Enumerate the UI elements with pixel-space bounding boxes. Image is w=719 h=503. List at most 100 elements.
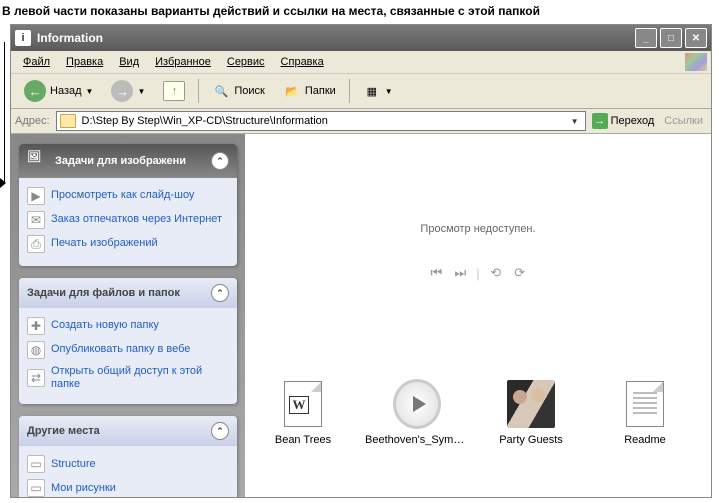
- rotate-ccw-button[interactable]: ⟲: [488, 265, 504, 281]
- folder-up-icon: ↑: [163, 81, 185, 101]
- links-label[interactable]: Ссылки: [660, 115, 707, 127]
- file-label: Readme: [624, 434, 666, 446]
- folders-icon: 📂: [283, 82, 301, 100]
- toolbar: ← Назад ▼ → ▼ ↑ 🔍 Поиск 📂 Папки ▦ ▼: [11, 74, 711, 109]
- rotate-cw-button[interactable]: ⟳: [512, 265, 528, 281]
- content-pane: Просмотр недоступен. ⏮ ⏭ | ⟲ ⟳ W Bean Tr…: [245, 134, 711, 498]
- file-label: Beethoven's_Symphon...: [365, 434, 469, 446]
- back-button[interactable]: ← Назад ▼: [17, 77, 100, 105]
- collapse-button[interactable]: ⌃: [211, 422, 229, 440]
- menu-edit[interactable]: Правка: [58, 54, 111, 70]
- next-button[interactable]: ⏭: [452, 265, 468, 281]
- collapse-button[interactable]: ⌃: [211, 152, 229, 170]
- panel-file-tasks: Задачи для файлов и папок ⌃ ✚Создать нов…: [19, 278, 237, 404]
- figure-caption: В левой части показаны варианты действий…: [0, 0, 719, 24]
- menu-view[interactable]: Вид: [111, 54, 147, 70]
- pictures-icon: 🖼: [27, 150, 49, 172]
- folder-icon: ▭: [27, 455, 45, 473]
- tasks-sidebar: 🖼 Задачи для изображени ⌃ ▶Просмотреть к…: [11, 134, 245, 498]
- address-label: Адрес:: [15, 115, 50, 127]
- menu-favorites[interactable]: Избранное: [147, 54, 219, 70]
- menu-file[interactable]: Файл: [15, 54, 58, 70]
- panel-image-tasks: 🖼 Задачи для изображени ⌃ ▶Просмотреть к…: [19, 144, 237, 266]
- back-label: Назад: [50, 85, 82, 97]
- annotation-line: [4, 42, 5, 182]
- search-icon: 🔍: [212, 82, 230, 100]
- explorer-window: i Information _ □ ✕ Файл Правка Вид Избр…: [10, 24, 712, 498]
- titlebar: i Information _ □ ✕: [11, 25, 711, 51]
- windows-logo-icon: [685, 53, 707, 71]
- new-folder-icon: ✚: [27, 317, 45, 335]
- chevron-down-icon: ▼: [86, 87, 94, 96]
- up-button[interactable]: ↑: [156, 78, 192, 104]
- preview-controls: ⏮ ⏭ | ⟲ ⟳: [428, 265, 527, 281]
- panel-title: Задачи для изображени: [55, 155, 186, 167]
- folders-label: Папки: [305, 85, 336, 97]
- separator: [198, 79, 199, 103]
- folder-icon: [60, 114, 76, 128]
- minimize-button[interactable]: _: [635, 28, 657, 48]
- annotation-arrow: [0, 178, 6, 188]
- panel-header[interactable]: Задачи для файлов и папок ⌃: [19, 278, 237, 308]
- views-button[interactable]: ▦ ▼: [356, 79, 400, 103]
- task-slideshow[interactable]: ▶Просмотреть как слайд-шоу: [27, 184, 229, 208]
- separator: [349, 79, 350, 103]
- order-icon: ✉: [27, 211, 45, 229]
- photo-thumbnail: [507, 380, 555, 428]
- chevron-down-icon: ▼: [137, 87, 145, 96]
- address-bar: Адрес: ▼ → Переход Ссылки: [11, 109, 711, 134]
- task-print[interactable]: ⎙Печать изображений: [27, 232, 229, 256]
- file-item-media[interactable]: Beethoven's_Symphon...: [363, 380, 471, 490]
- maximize-button[interactable]: □: [660, 28, 682, 48]
- prev-button[interactable]: ⏮: [428, 265, 444, 281]
- chevron-down-icon: ▼: [385, 87, 393, 96]
- folder-icon: ▭: [27, 479, 45, 497]
- menu-tools[interactable]: Сервис: [219, 54, 273, 70]
- app-icon: i: [15, 30, 31, 46]
- task-share[interactable]: ⇄Открыть общий доступ к этой папке: [27, 362, 229, 394]
- window-title: Information: [37, 31, 635, 45]
- panel-other-places: Другие места ⌃ ▭Structure ▭Мои рисунки: [19, 416, 237, 498]
- menubar: Файл Правка Вид Избранное Сервис Справка: [11, 51, 711, 74]
- panel-header[interactable]: Другие места ⌃: [19, 416, 237, 446]
- forward-button[interactable]: → ▼: [104, 77, 152, 105]
- media-icon: [393, 380, 441, 428]
- forward-arrow-icon: →: [111, 80, 133, 102]
- file-item-photo[interactable]: Party Guests: [477, 380, 585, 490]
- go-button[interactable]: → Переход: [592, 113, 655, 129]
- file-item-text[interactable]: Readme: [591, 380, 699, 490]
- slideshow-icon: ▶: [27, 187, 45, 205]
- address-input[interactable]: [80, 114, 564, 128]
- share-icon: ⇄: [27, 369, 45, 387]
- task-new-folder[interactable]: ✚Создать новую папку: [27, 314, 229, 338]
- address-dropdown[interactable]: ▼: [568, 117, 582, 126]
- folders-button[interactable]: 📂 Папки: [276, 79, 343, 103]
- separator: |: [476, 266, 479, 281]
- file-label: Bean Trees: [275, 434, 331, 446]
- text-doc-icon: [621, 380, 669, 428]
- menu-help[interactable]: Справка: [273, 54, 332, 70]
- views-icon: ▦: [363, 82, 381, 100]
- go-arrow-icon: →: [592, 113, 608, 129]
- back-arrow-icon: ←: [24, 80, 46, 102]
- preview-area: Просмотр недоступен. ⏮ ⏭ | ⟲ ⟳: [245, 134, 711, 370]
- search-button[interactable]: 🔍 Поиск: [205, 79, 271, 103]
- go-label: Переход: [611, 115, 655, 127]
- address-field[interactable]: ▼: [56, 111, 586, 131]
- task-publish[interactable]: ◍Опубликовать папку в вебе: [27, 338, 229, 362]
- search-label: Поиск: [234, 85, 264, 97]
- file-label: Party Guests: [499, 434, 563, 446]
- word-doc-icon: W: [279, 380, 327, 428]
- close-button[interactable]: ✕: [685, 28, 707, 48]
- preview-message: Просмотр недоступен.: [420, 223, 535, 235]
- panel-title: Другие места: [27, 425, 100, 437]
- printer-icon: ⎙: [27, 235, 45, 253]
- file-item-word[interactable]: W Bean Trees: [249, 380, 357, 490]
- place-structure[interactable]: ▭Structure: [27, 452, 229, 476]
- panel-title: Задачи для файлов и папок: [27, 287, 180, 299]
- place-my-pictures[interactable]: ▭Мои рисунки: [27, 476, 229, 498]
- panel-header[interactable]: 🖼 Задачи для изображени ⌃: [19, 144, 237, 178]
- collapse-button[interactable]: ⌃: [211, 284, 229, 302]
- globe-icon: ◍: [27, 341, 45, 359]
- task-order-prints[interactable]: ✉Заказ отпечатков через Интернет: [27, 208, 229, 232]
